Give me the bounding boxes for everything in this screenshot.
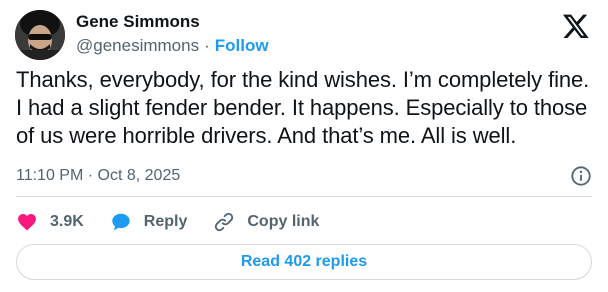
copy-link-button[interactable]: Copy link	[213, 211, 319, 233]
author-handle-line: @genesimmons · Follow	[76, 36, 269, 56]
action-bar: 3.9K Reply Copy link	[16, 208, 345, 236]
tweet-embed-card: Gene Simmons @genesimmons · Follow Thanks,…	[0, 0, 608, 292]
tweet-text: Thanks, everybody, for the kind wishes. …	[16, 67, 590, 148]
author-name[interactable]: Gene Simmons	[76, 12, 200, 32]
avatar[interactable]	[15, 10, 65, 60]
like-button[interactable]: 3.9K	[16, 211, 84, 233]
divider	[16, 196, 592, 197]
copy-link-label: Copy link	[247, 213, 320, 230]
speech-bubble-icon	[112, 213, 130, 231]
reply-button[interactable]: Reply	[110, 211, 188, 233]
author-handle[interactable]: @genesimmons	[76, 36, 199, 55]
read-replies-button[interactable]: Read 402 replies	[16, 244, 592, 280]
x-logo-icon[interactable]	[562, 12, 590, 40]
heart-icon	[18, 214, 36, 231]
separator-dot: ·	[204, 36, 210, 55]
like-count: 3.9K	[50, 213, 84, 230]
link-icon	[215, 212, 234, 232]
tweet-timestamp[interactable]: 11:10 PM · Oct 8, 2025	[16, 165, 180, 187]
info-icon[interactable]	[570, 165, 592, 187]
follow-link[interactable]: Follow	[215, 36, 269, 55]
read-replies-label: Read 402 replies	[240, 253, 368, 270]
reply-label: Reply	[143, 213, 188, 230]
avatar-image	[15, 10, 65, 60]
